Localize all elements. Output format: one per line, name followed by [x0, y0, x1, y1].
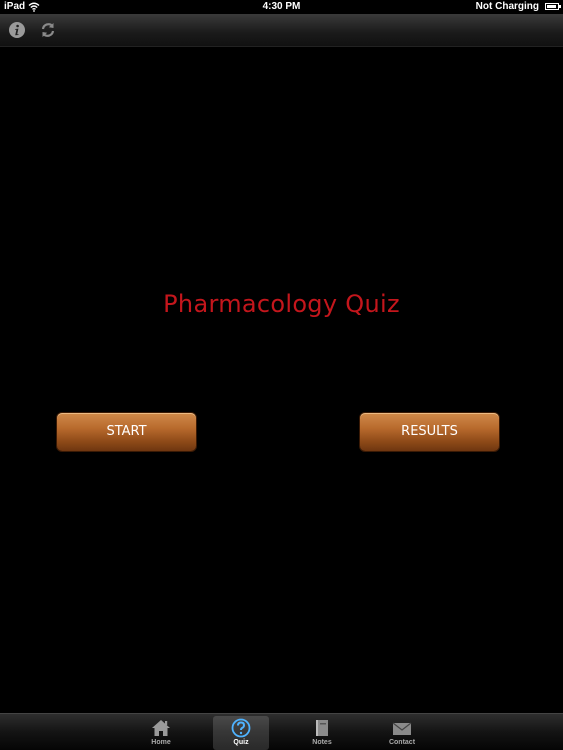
battery-icon [545, 3, 561, 10]
top-toolbar [0, 14, 563, 47]
page-title: Pharmacology Quiz [163, 290, 400, 318]
tab-contact-label: Contact [388, 739, 416, 746]
tab-home-label: Home [151, 739, 171, 746]
results-button[interactable]: RESULTS [360, 413, 499, 451]
info-icon[interactable] [8, 21, 26, 39]
tab-quiz-label: Quiz [233, 739, 249, 746]
envelope-icon [392, 722, 412, 735]
tab-home[interactable]: Home [133, 716, 189, 750]
app-screen: iPad 4:30 PM Not Charging Pharmacology Q… [0, 0, 563, 750]
status-bar: iPad 4:30 PM Not Charging [0, 0, 563, 14]
tab-bar: Home Quiz Notes Contact [0, 713, 563, 750]
tab-quiz[interactable]: Quiz [213, 716, 269, 750]
tab-notes[interactable]: Notes [294, 716, 350, 750]
home-icon [152, 720, 170, 736]
charging-status: Not Charging [475, 1, 539, 12]
book-icon [316, 720, 328, 736]
question-icon [231, 718, 251, 738]
start-button[interactable]: START [57, 413, 196, 451]
refresh-icon[interactable] [39, 21, 57, 39]
battery-fill [547, 5, 556, 8]
tab-notes-label: Notes [312, 739, 332, 746]
tab-contact[interactable]: Contact [374, 716, 430, 750]
